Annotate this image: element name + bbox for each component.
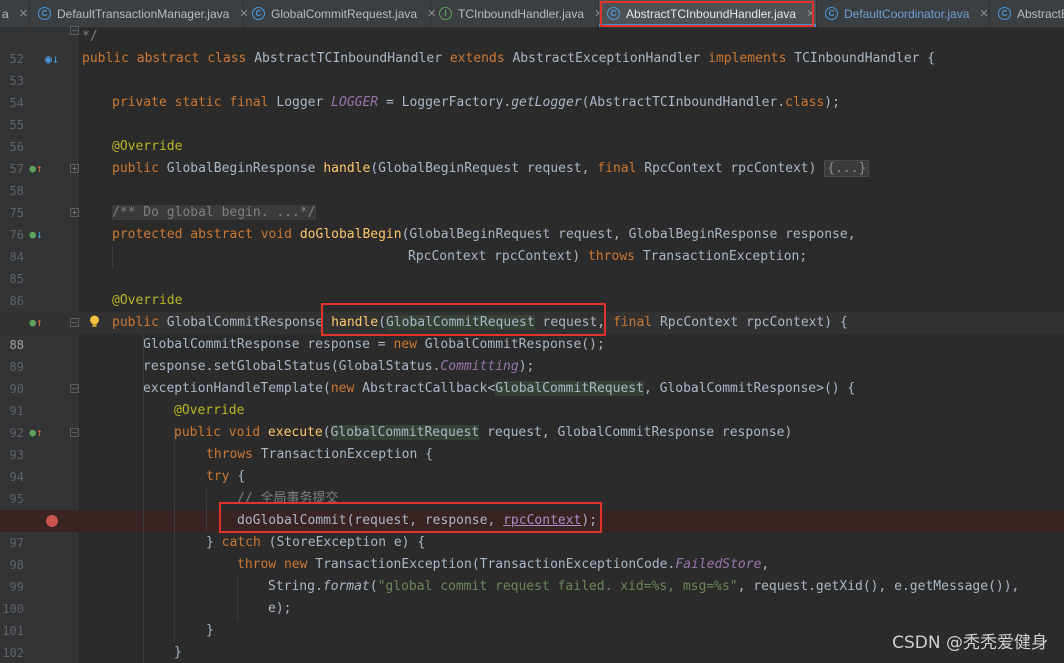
code-text: public GlobalBeginResponse handle(Global… — [112, 158, 870, 180]
editor-tab-bar: a ✕ C DefaultTransactionManager.java ✕ C… — [0, 0, 1064, 28]
code-line: 53 ◉↓ public abstract class AbstractTCIn… — [0, 48, 1064, 88]
tab-label: AbstractTCInboundHandler.java — [626, 6, 797, 21]
override-icon[interactable]: ●↑ — [28, 158, 44, 180]
code-text: doGlobalCommit(request, response, rpcCon… — [237, 513, 598, 528]
tab-global-commit-request[interactable]: C GlobalCommitRequest.java ✕ — [244, 0, 436, 27]
code-text: try { — [206, 469, 246, 484]
code-line: 92 @Override — [0, 400, 1064, 440]
tab-label: DefaultCoordinator.java — [844, 6, 970, 21]
code-editor[interactable]: 52 – */ 53 ◉↓ public abstract class Abst… — [0, 26, 1064, 663]
override-icon[interactable]: ●↑ — [28, 422, 44, 444]
code-text: e); — [268, 601, 292, 616]
code-line: 52 – */ — [0, 26, 1064, 66]
code-text: private static final Logger LOGGER = Log… — [112, 95, 840, 110]
code-text: @Override — [112, 293, 183, 308]
tab-default-transaction-manager[interactable]: C DefaultTransactionManager.java ✕ — [30, 0, 249, 27]
code-text: throws TransactionException { — [206, 447, 433, 462]
close-icon[interactable]: ✕ — [19, 7, 28, 20]
indent-guide — [206, 488, 207, 532]
code-line: 100 String.format("global commit request… — [0, 576, 1064, 616]
code-line: 93 ●↑ – public void execute(GlobalCommit… — [0, 422, 1064, 462]
override-icon[interactable]: ●↑ — [28, 312, 44, 334]
code-line: 87 @Override — [0, 290, 1064, 330]
code-text: } catch (StoreException e) { — [206, 535, 426, 550]
indent-guide — [143, 334, 144, 663]
code-text: // 全局事务提交 — [237, 491, 339, 506]
close-icon[interactable]: ✕ — [979, 7, 988, 20]
code-line: 76 + /** Do global begin. ...*/ — [0, 202, 1064, 242]
code-line: 94 throws TransactionException { — [0, 444, 1064, 484]
code-line: 84 ●↓ protected abstract void doGlobalBe… — [0, 224, 1064, 264]
breakpoint-icon[interactable] — [46, 515, 58, 527]
tab-abstract-tc-inbound-handler[interactable]: C AbstractTCInboundHandler.java ✕ — [599, 0, 817, 27]
class-icon: C — [825, 7, 838, 20]
code-text: @Override — [174, 403, 245, 418]
code-text: */ — [82, 29, 98, 44]
code-line: 95 try { — [0, 466, 1064, 506]
code-text: throw new TransactionException(Transacti… — [237, 557, 770, 572]
fold-marker[interactable]: – — [70, 428, 79, 437]
implemented-icon[interactable]: ◉↓ — [44, 48, 60, 70]
code-line: 90 response.setGlobalStatus(GlobalStatus… — [0, 356, 1064, 396]
code-line: 99 throw new TransactionException(Transa… — [0, 554, 1064, 594]
tab-label: AbstractE — [1017, 6, 1064, 21]
code-text: @Override — [112, 139, 183, 154]
watermark: CSDN @秃秃爱健身 — [892, 633, 1048, 653]
code-text: public void execute(GlobalCommitRequest … — [174, 425, 793, 440]
code-text: response.setGlobalStatus(GlobalStatus.Co… — [143, 359, 535, 374]
code-line: 58 ●↑ + public GlobalBeginResponse handl… — [0, 158, 1064, 198]
code-line-breakpoint: 97 doGlobalCommit(request, response, rpc… — [0, 510, 1064, 550]
code-text: protected abstract void doGlobalBegin(Gl… — [112, 227, 856, 242]
implemented-by-icon[interactable]: ●↓ — [28, 224, 44, 246]
class-icon: C — [252, 7, 265, 20]
tab-default-coordinator[interactable]: C DefaultCoordinator.java ✕ — [817, 0, 990, 27]
tab-tc-inbound-handler[interactable]: I TCInboundHandler.java ✕ — [431, 0, 603, 27]
code-text: GlobalCommitResponse response = new Glob… — [143, 337, 605, 352]
code-line: 98 } catch (StoreException e) { — [0, 532, 1064, 572]
close-icon[interactable]: ✕ — [806, 7, 815, 20]
fold-marker[interactable]: – — [70, 384, 79, 393]
code-text: /** Do global begin. ...*/ — [112, 202, 316, 224]
interface-icon: I — [439, 7, 452, 20]
fold-marker[interactable]: – — [70, 318, 79, 327]
code-line: 54 — [0, 70, 1064, 110]
fold-marker[interactable]: + — [70, 164, 79, 173]
tab-label: TCInboundHandler.java — [458, 6, 585, 21]
fold-marker[interactable]: + — [70, 208, 79, 217]
code-line: 101 e); — [0, 598, 1064, 638]
indent-guide — [174, 422, 175, 642]
code-line: 89 GlobalCommitResponse response = new G… — [0, 334, 1064, 374]
fold-marker[interactable]: – — [70, 26, 79, 35]
indent-guide — [112, 246, 113, 268]
code-line: 56 — [0, 114, 1064, 154]
abstract-class-icon: C — [998, 7, 1011, 20]
code-text: RpcContext rpcContext) throws Transactio… — [408, 249, 808, 264]
code-line: 57 @Override — [0, 136, 1064, 176]
code-line: 55 private static final Logger LOGGER = … — [0, 92, 1064, 132]
code-line-current: 88 ●↑ – public GlobalCommitResponse hand… — [0, 312, 1064, 352]
code-text: public abstract class AbstractTCInboundH… — [82, 51, 936, 66]
tab-label: DefaultTransactionManager.java — [57, 6, 230, 21]
folded-javadoc[interactable]: /** Do global begin. ...*/ — [112, 205, 316, 220]
code-line: 75 — [0, 180, 1064, 220]
code-text: String.format("global commit request fai… — [268, 579, 1020, 594]
code-text: public GlobalCommitResponse handle(Globa… — [112, 315, 848, 330]
indent-guide — [237, 576, 238, 620]
tab-label: GlobalCommitRequest.java — [271, 6, 418, 21]
code-line: 91 – exceptionHandleTemplate(new Abstrac… — [0, 378, 1064, 418]
class-icon: C — [38, 7, 51, 20]
code-text: exceptionHandleTemplate(new AbstractCall… — [143, 381, 856, 396]
lightbulb-icon[interactable] — [89, 315, 100, 329]
code-line: 85 RpcContext rpcContext) throws Transac… — [0, 246, 1064, 286]
tab-abstract-partial[interactable]: C AbstractE — [990, 0, 1064, 27]
code-line: 86 — [0, 268, 1064, 308]
tab-label: a — [2, 6, 9, 21]
code-text: } — [206, 623, 214, 638]
folded-code-block[interactable]: {...} — [824, 160, 870, 177]
code-text: } — [174, 645, 182, 660]
abstract-class-icon: C — [607, 7, 620, 20]
tab-partial-left[interactable]: a ✕ — [0, 0, 30, 27]
code-line: 96 // 全局事务提交 — [0, 488, 1064, 528]
